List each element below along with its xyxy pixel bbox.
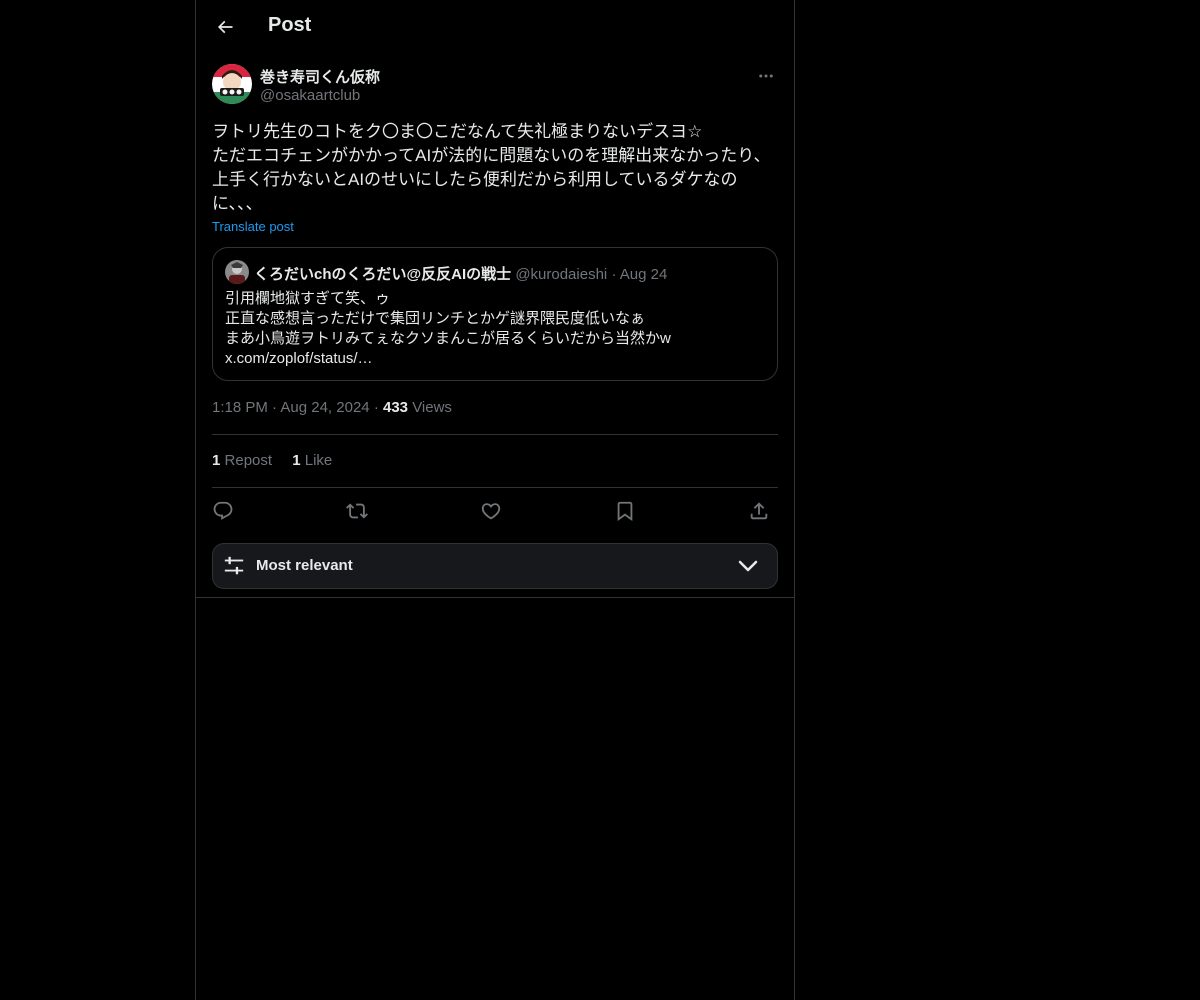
quote-line: まあ小鳥遊ヲトリみてぇなクソまんこが居るくらいだから当然かw: [225, 330, 671, 347]
quote-separator: ·: [611, 266, 617, 283]
chevron-down-icon: [738, 560, 758, 572]
meta-separator: ·: [272, 399, 278, 416]
reply-sort-dropdown[interactable]: Most relevant: [212, 543, 778, 589]
arrow-left-icon: [217, 20, 233, 34]
quote-author-handle: @kurodaieshi: [515, 266, 608, 283]
reposts-count: 1: [212, 452, 221, 469]
quote-line: 引用欄地獄すぎて笑、ゥ: [225, 290, 391, 307]
page-title: Post: [268, 14, 312, 36]
repost-icon: [346, 503, 368, 519]
meta-separator: ·: [373, 399, 379, 416]
views-count: 433: [382, 399, 409, 416]
author-handle[interactable]: @osakaartclub: [260, 87, 360, 104]
share-icon: [750, 502, 768, 520]
views-label: Views: [412, 399, 452, 416]
quote-body: 引用欄地獄すぎて笑、ゥ 正直な感想言っただけで集団リンチとかゲ謎界隈民度低いなぁ…: [225, 289, 671, 369]
share-button[interactable]: [744, 496, 774, 526]
post-time[interactable]: 1:18 PM: [212, 399, 268, 416]
post-author: 巻き寿司くん仮称 @osakaartclub: [212, 64, 778, 108]
post-text-line: ただエコチェンがかかってAIが法的に問題ないのを理解出来なかったり、: [212, 146, 771, 165]
back-button[interactable]: [208, 10, 242, 44]
post-text: ヲトリ先生のコトをク〇ま〇こだなんて失礼極まりないデスヨ☆ ただエコチェンがかか…: [212, 120, 778, 216]
post-date[interactable]: Aug 24, 2024: [280, 399, 369, 416]
quote-author-name: くろだいchのくろだい@反反AIの戦士: [254, 266, 512, 283]
likes-label: Like: [304, 452, 333, 469]
action-bar: [212, 496, 778, 526]
avatar-image-icon: [212, 64, 252, 104]
post-text-line: ヲトリ先生のコトをク〇ま〇こだなんて失礼極まりないデスヨ☆: [212, 122, 703, 141]
author-name[interactable]: 巻き寿司くん仮称: [260, 66, 380, 87]
post-text-line: に、、、: [212, 194, 263, 213]
quote-header: くろだいchのくろだい@反反AIの戦士 @kurodaieshi · Aug 2…: [254, 263, 667, 284]
reply-button[interactable]: [208, 496, 238, 526]
post-column: Post 巻き寿司くん仮称 @osakaartclub ヲトリ先生のコトをク〇ま…: [195, 0, 795, 1000]
quote-line: 正直な感想言っただけで集団リンチとかゲ謎界隈民度低いなぁ: [225, 310, 646, 327]
reposts-stat[interactable]: 1 Repost: [212, 452, 276, 469]
quote-avatar-image-icon: [225, 260, 249, 284]
divider: [212, 434, 778, 435]
sliders-icon: [224, 556, 244, 575]
likes-count: 1: [292, 452, 301, 469]
bookmark-icon: [617, 501, 633, 522]
post-meta: 1:18 PM · Aug 24, 2024 · 433 Views: [212, 399, 452, 416]
bookmark-button[interactable]: [610, 496, 640, 526]
likes-stat[interactable]: 1 Like: [292, 452, 332, 469]
like-button[interactable]: [476, 496, 506, 526]
translate-post-link[interactable]: Translate post: [212, 219, 294, 234]
like-icon: [481, 503, 501, 520]
quote-link[interactable]: x.com/zoplof/status/…: [225, 349, 671, 369]
engagement-stats: 1 Repost 1 Like: [212, 452, 348, 469]
reply-icon: [213, 501, 233, 520]
top-bar: Post: [196, 0, 794, 54]
section-divider: [196, 597, 794, 598]
sort-label: Most relevant: [256, 557, 353, 574]
post-text-line: 上手く行かないとAIのせいにしたら便利だから利用しているダケなの: [212, 170, 738, 189]
quoted-post[interactable]: くろだいchのくろだい@反反AIの戦士 @kurodaieshi · Aug 2…: [212, 247, 778, 381]
repost-button[interactable]: [342, 496, 372, 526]
more-horizontal-icon: [759, 74, 773, 78]
divider: [212, 487, 778, 488]
author-avatar[interactable]: [212, 64, 252, 104]
quote-author-avatar: [225, 260, 249, 284]
more-options-button[interactable]: [754, 64, 778, 88]
quote-date: Aug 24: [619, 266, 668, 283]
reposts-label: Repost: [224, 452, 273, 469]
